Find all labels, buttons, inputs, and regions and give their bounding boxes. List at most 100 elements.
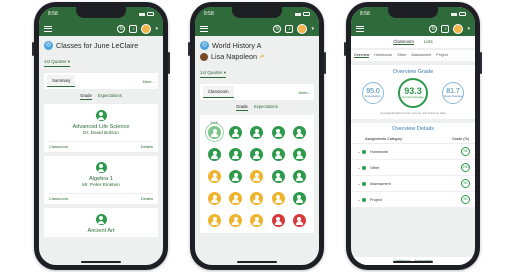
student-seat-icon[interactable] (208, 148, 222, 161)
battery-icon (147, 12, 154, 16)
quarter-dropdown[interactable]: 1st Quarter ▾ (200, 70, 227, 78)
avatar[interactable] (453, 23, 464, 34)
student-seat-icon[interactable] (292, 126, 306, 139)
tab-homework[interactable]: Homework (374, 53, 392, 58)
avatar[interactable] (141, 23, 152, 34)
student-seat-icon[interactable] (229, 192, 243, 205)
student-seat-icon[interactable] (271, 170, 285, 183)
table-row[interactable]: ⌄ Other 100 (351, 160, 475, 176)
student-seat-icon[interactable] (271, 214, 285, 227)
details-link[interactable]: Details (141, 144, 153, 149)
chevron-down-icon[interactable]: ▾ (155, 26, 158, 32)
table-row[interactable]: ⌄ Homework 94 (351, 144, 475, 160)
bell-icon[interactable]: ♪ (441, 24, 450, 33)
student-seat-icon[interactable] (229, 214, 243, 227)
student-seat-icon[interactable] (229, 126, 243, 139)
tab-overview[interactable]: Overview (354, 53, 370, 58)
status-time: 8:58 (48, 11, 58, 17)
student-seat-icon[interactable] (271, 148, 285, 161)
class-card[interactable]: Ancient Art (44, 208, 158, 237)
student-seat-icon[interactable] (250, 148, 264, 161)
student-seat-icon[interactable] (292, 192, 306, 205)
class-average-label: Class Average (443, 93, 463, 98)
student-seat-icon[interactable] (250, 170, 264, 183)
table-row[interactable]: ⌄ Project 90 (351, 192, 475, 208)
tab-summary[interactable]: Summary (47, 75, 76, 87)
student-seat-icon[interactable] (208, 192, 222, 205)
class-icon: ◎ (200, 41, 209, 50)
class-card[interactable]: Advanced Life Science Dr. David Bolson C… (44, 104, 158, 152)
details-link[interactable]: Details (141, 196, 153, 201)
grade-badge: 90 (461, 179, 470, 188)
student-grid (204, 126, 310, 227)
switch-icon[interactable]: ⇄ (260, 54, 264, 60)
phone-1: 8:58 ↻ ♪ ▾ ◎ Classes for June LeClaire 1… (32, 2, 170, 270)
table-header: Assignments Category Grade (%) (351, 135, 475, 144)
grade-badge: 100 (461, 163, 470, 172)
class-title[interactable]: Algebra 1 (49, 176, 153, 182)
student-name: Lisa Napoleon (211, 52, 257, 61)
student-seat-icon[interactable] (208, 214, 222, 227)
subtab-grade[interactable]: Grade (80, 93, 92, 100)
battery-icon (459, 12, 466, 16)
screen-1: 8:58 ↻ ♪ ▾ ◎ Classes for June LeClaire 1… (39, 7, 163, 265)
overview-details-panel: Overview Details Assignments Category Gr… (351, 123, 475, 208)
student-seat-icon[interactable] (250, 214, 264, 227)
student-seat-icon[interactable] (292, 214, 306, 227)
menu-icon[interactable] (44, 25, 52, 32)
menu-icon[interactable] (356, 25, 364, 32)
class-card[interactable]: Algebra 1 Mr. Peter Einstein Classroom D… (44, 156, 158, 204)
chevron-down-icon[interactable]: ▾ (467, 26, 470, 32)
avatar[interactable] (297, 23, 308, 34)
quarter-label: 1st Quarter (200, 70, 223, 75)
teacher-name: Dr. David Bolson (83, 131, 119, 136)
home-indicator[interactable] (81, 261, 121, 263)
refresh-icon[interactable]: ↻ (117, 24, 126, 33)
teacher-name: Mr. Peter Einstein (82, 183, 120, 188)
menu-icon[interactable] (200, 25, 208, 32)
refresh-icon[interactable]: ↻ (429, 24, 438, 33)
bell-icon[interactable]: ♪ (285, 24, 294, 33)
student-seat-icon[interactable] (292, 170, 306, 183)
tab-project[interactable]: Project (436, 53, 447, 58)
subtab-expectations[interactable]: Expectations (254, 104, 278, 111)
col-grade: Grade (%) (451, 137, 469, 141)
classroom-link[interactable]: Classroom (49, 144, 68, 149)
chevron-down-icon[interactable]: ▾ (311, 26, 314, 32)
refresh-icon[interactable]: ↻ (273, 24, 282, 33)
tab-lists[interactable]: Lists (424, 39, 433, 45)
student-seat-icon[interactable] (229, 170, 243, 183)
table-row[interactable]: ⌄ Assessment 90 (351, 176, 475, 192)
subtab-grade[interactable]: Grade (236, 104, 248, 111)
student-seat-icon[interactable] (208, 126, 222, 139)
category-icon (362, 181, 366, 186)
more-link[interactable]: More... (143, 79, 155, 84)
home-indicator[interactable] (393, 261, 433, 263)
tab-assessment[interactable]: Assessment (411, 53, 431, 58)
student-avatar (200, 52, 208, 61)
student-seat-icon[interactable] (229, 148, 243, 161)
tab-classroom[interactable]: Classroom (203, 86, 234, 98)
student-seat-icon[interactable] (271, 126, 285, 139)
subtab-expectations[interactable]: Expectations (98, 93, 122, 100)
main-tabs: Classroom Lists (351, 36, 475, 48)
student-seat-icon[interactable] (292, 148, 306, 161)
tab-bar: Summary More... (44, 73, 158, 89)
more-link[interactable]: More... (299, 90, 311, 95)
phone-2: 8:58 ↻ ♪ ▾ ◎ World History A Lisa Napole… (188, 2, 326, 270)
current-average-label: Current Average (402, 95, 424, 100)
class-title[interactable]: Advanced Life Science (49, 124, 153, 130)
classroom-link[interactable]: Classroom (49, 196, 68, 201)
student-seat-icon[interactable] (208, 170, 222, 183)
tab-other[interactable]: Other (397, 53, 406, 58)
student-icon (95, 162, 107, 173)
app-bar: ↻ ♪ ▾ (351, 21, 475, 36)
quarter-dropdown[interactable]: 1st Quarter ▾ (44, 59, 71, 67)
class-title[interactable]: Ancient Art (49, 228, 153, 234)
home-indicator[interactable] (237, 261, 277, 263)
student-seat-icon[interactable] (250, 126, 264, 139)
student-seat-icon[interactable] (271, 192, 285, 205)
bell-icon[interactable]: ♪ (129, 24, 138, 33)
tab-classroom[interactable]: Classroom (393, 39, 414, 45)
student-seat-icon[interactable] (250, 192, 264, 205)
